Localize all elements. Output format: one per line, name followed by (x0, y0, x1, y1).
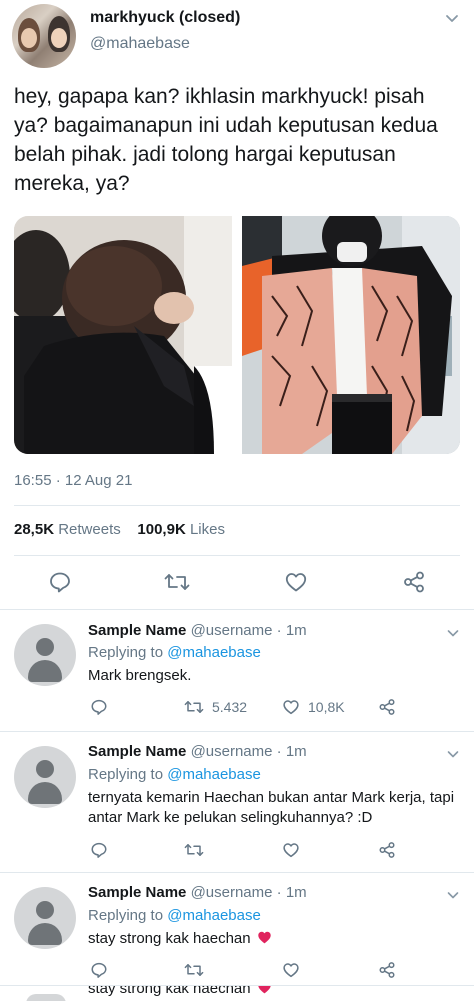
tweet-text: hey, gapapa kan? ikhlasin markhyuck! pis… (14, 85, 438, 195)
reply-icon (91, 962, 107, 978)
chevron-down-icon[interactable] (446, 747, 460, 761)
reply-username: @username · 1m (190, 622, 307, 639)
chevron-down-icon[interactable] (444, 10, 460, 26)
share-icon (404, 571, 424, 593)
chevron-down-icon[interactable] (446, 626, 460, 640)
likes-count[interactable]: 100,9K (137, 521, 185, 538)
reply-username: @username · 1m (190, 743, 307, 760)
reply-like-count: 10,8K (308, 699, 345, 715)
likes-label[interactable]: Likes (190, 521, 225, 538)
cutoff-reply-text: stay strong kak haechan (88, 986, 272, 997)
divider (14, 555, 460, 556)
reply-name: Sample Name (88, 622, 187, 639)
default-avatar-body (28, 782, 62, 804)
replying-mention[interactable]: @mahaebase (167, 766, 261, 783)
reply-like-button[interactable] (282, 841, 300, 859)
retweet-icon (164, 574, 190, 590)
reply-like-button[interactable]: 10,8K (282, 698, 345, 716)
share-icon (379, 699, 395, 715)
reply-avatar[interactable] (14, 746, 76, 808)
default-avatar-body (28, 660, 62, 682)
reply-retweet-button[interactable] (184, 841, 204, 859)
reply-icon (50, 572, 70, 593)
reply-share-button[interactable] (378, 698, 396, 716)
reply-avatar[interactable] (14, 624, 76, 686)
divider (14, 505, 460, 506)
replying-to: Replying to @mahaebase (88, 907, 261, 924)
default-avatar-head (36, 638, 54, 656)
reply-avatar[interactable] (14, 887, 76, 949)
reply-text-row: stay strong kak haechan (88, 929, 466, 949)
reply-button[interactable] (48, 570, 72, 594)
tweet-header: markhyuck (closed) @mahaebase (0, 0, 474, 70)
like-icon (283, 843, 299, 858)
retweets-label[interactable]: Retweets (58, 521, 121, 538)
media-photo-2[interactable] (242, 216, 460, 454)
author-display-name[interactable]: markhyuck (closed) (90, 9, 240, 27)
share-icon (379, 842, 395, 858)
replying-prefix: Replying to (88, 907, 164, 924)
author-handle[interactable]: @mahaebase (90, 35, 190, 53)
reply-retweet-button[interactable] (184, 961, 204, 979)
cutoff-reply: stay strong kak haechan (0, 986, 474, 1001)
like-icon (283, 700, 299, 715)
reply-retweet-count: 5.432 (212, 699, 248, 715)
reply-text: Mark brengsek. (88, 667, 192, 684)
tweet-actions (0, 566, 474, 598)
reply-item[interactable]: Sample Name @username · 1m Replying to @… (0, 873, 474, 985)
avatar-face-left (21, 28, 37, 48)
replying-mention[interactable]: @mahaebase (167, 644, 261, 661)
reply-reply-button[interactable] (90, 841, 108, 859)
red-heart-emoji (258, 931, 271, 944)
retweet-icon (184, 701, 204, 713)
reply-author[interactable]: Sample Name @username · 1m (88, 743, 307, 760)
like-icon (283, 963, 299, 978)
reply-author[interactable]: Sample Name @username · 1m (88, 622, 307, 639)
replying-mention[interactable]: @mahaebase (167, 907, 261, 924)
reply-like-button[interactable] (282, 961, 300, 979)
tweet-timestamp[interactable]: 16:55 · 12 Aug 21 (14, 472, 132, 489)
replying-prefix: Replying to (88, 766, 164, 783)
tweet-media[interactable] (14, 216, 460, 454)
reply-name: Sample Name (88, 884, 187, 901)
default-avatar-head (36, 760, 54, 778)
avatar-face-right (51, 28, 67, 48)
cutoff-text: stay strong kak haechan (88, 986, 251, 997)
reply-item[interactable]: Sample Name @username · 1m Replying to @… (0, 610, 474, 731)
reply-author[interactable]: Sample Name @username · 1m (88, 884, 307, 901)
reply-share-button[interactable] (378, 841, 396, 859)
reply-icon (91, 842, 107, 858)
like-icon (285, 573, 307, 592)
reply-username: @username · 1m (190, 884, 307, 901)
retweets-count[interactable]: 28,5K (14, 521, 54, 538)
share-icon (379, 962, 395, 978)
default-avatar-body (28, 923, 62, 945)
share-button[interactable] (402, 570, 426, 594)
reply-item[interactable]: Sample Name @username · 1m Replying to @… (0, 732, 474, 872)
replying-prefix: Replying to (88, 644, 164, 661)
chevron-down-icon[interactable] (446, 888, 460, 902)
media-photo-1[interactable] (14, 216, 232, 454)
reply-share-button[interactable] (378, 961, 396, 979)
reply-name: Sample Name (88, 743, 187, 760)
author-avatar[interactable] (12, 4, 76, 68)
reply-text: stay strong kak haechan (88, 930, 251, 947)
tweet-stats: 28,5K Retweets 100,9K Likes (14, 521, 225, 538)
replying-to: Replying to @mahaebase (88, 766, 261, 783)
reply-retweet-button[interactable]: 5.432 (184, 698, 247, 716)
replying-to: Replying to @mahaebase (88, 644, 261, 661)
retweet-button[interactable] (164, 570, 190, 594)
reply-icon (91, 699, 107, 715)
retweet-icon (184, 964, 204, 976)
red-heart-emoji (258, 986, 271, 994)
reply-reply-button[interactable] (90, 961, 108, 979)
retweet-icon (184, 844, 204, 856)
like-button[interactable] (284, 570, 308, 594)
reply-avatar (26, 994, 66, 1001)
default-avatar-head (36, 901, 54, 919)
reply-reply-button[interactable] (90, 698, 108, 716)
reply-text: ternyata kemarin Haechan bukan antar Mar… (88, 789, 455, 826)
